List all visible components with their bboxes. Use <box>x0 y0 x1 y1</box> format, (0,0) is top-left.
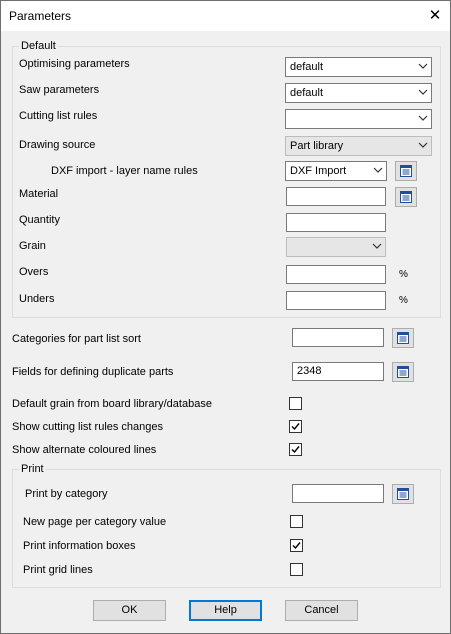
quantity-input[interactable] <box>286 213 386 232</box>
list-picker-icon <box>400 191 412 203</box>
list-picker-icon <box>397 488 409 500</box>
grain-label: Grain <box>19 240 46 252</box>
material-input[interactable] <box>286 187 386 206</box>
list-picker-icon <box>400 165 412 177</box>
title-bar: Parameters ✕ <box>1 1 450 31</box>
dxf-layer-rules-value: DXF Import <box>290 165 347 177</box>
list-picker-icon <box>397 332 409 344</box>
drawing-source-label: Drawing source <box>19 139 96 151</box>
optimising-parameters-value: default <box>290 61 324 73</box>
duplicate-fields-picker-button[interactable] <box>392 362 414 382</box>
alternate-lines-checkbox[interactable] <box>289 443 302 456</box>
unders-percent-unit: % <box>399 295 408 306</box>
ok-button[interactable]: OK <box>93 600 166 621</box>
chevron-down-icon <box>418 89 428 95</box>
info-boxes-checkbox[interactable] <box>290 539 303 552</box>
chevron-down-icon <box>418 115 428 121</box>
material-label: Material <box>19 188 59 200</box>
checkmark-icon <box>291 423 300 431</box>
list-picker-icon <box>397 366 409 378</box>
saw-parameters-value: default <box>290 87 324 99</box>
help-button[interactable]: Help <box>189 600 262 621</box>
overs-input[interactable] <box>286 265 386 284</box>
new-page-checkbox[interactable] <box>290 515 303 528</box>
material-picker-button[interactable] <box>395 187 417 207</box>
grid-lines-checkbox[interactable] <box>290 563 303 576</box>
print-by-category-input[interactable] <box>292 484 384 503</box>
overs-percent-unit: % <box>399 269 408 280</box>
cutting-list-rules-dropdown[interactable] <box>285 109 432 129</box>
print-group-title: Print <box>19 463 46 475</box>
cutting-list-rules-label: Cutting list rules <box>19 110 98 122</box>
categories-sort-label: Categories for part list sort <box>12 333 141 345</box>
chevron-down-icon <box>373 167 383 173</box>
categories-sort-picker-button[interactable] <box>392 328 414 348</box>
unders-label: Unders <box>19 293 55 305</box>
alternate-lines-label: Show alternate coloured lines <box>12 444 157 456</box>
saw-parameters-dropdown[interactable]: default <box>285 83 432 103</box>
saw-parameters-label: Saw parameters <box>19 84 100 96</box>
show-rules-changes-label: Show cutting list rules changes <box>12 421 164 433</box>
print-by-category-label: Print by category <box>25 488 108 500</box>
categories-sort-input[interactable] <box>292 328 384 347</box>
overs-label: Overs <box>19 266 49 278</box>
cancel-button[interactable]: Cancel <box>285 600 358 621</box>
drawing-source-dropdown[interactable]: Part library <box>285 136 432 156</box>
parameters-dialog: Parameters ✕ Default Optimising paramete… <box>0 0 451 634</box>
unders-input[interactable] <box>286 291 386 310</box>
new-page-label: New page per category value <box>23 516 167 528</box>
default-group-title: Default <box>19 40 58 52</box>
quantity-label: Quantity <box>19 214 60 226</box>
grain-dropdown[interactable] <box>286 237 386 257</box>
optimising-parameters-label: Optimising parameters <box>19 58 130 70</box>
drawing-source-value: Part library <box>290 140 344 152</box>
chevron-down-icon <box>418 142 428 148</box>
info-boxes-label: Print information boxes <box>23 540 136 552</box>
dxf-rules-picker-button[interactable] <box>395 161 417 181</box>
optimising-parameters-dropdown[interactable]: default <box>285 57 432 77</box>
duplicate-fields-input[interactable]: 2348 <box>292 362 384 381</box>
chevron-down-icon <box>418 63 428 69</box>
dxf-layer-rules-label: DXF import - layer name rules <box>51 165 198 177</box>
print-by-category-picker-button[interactable] <box>392 484 414 504</box>
show-rules-changes-checkbox[interactable] <box>289 420 302 433</box>
close-icon[interactable]: ✕ <box>421 3 449 29</box>
chevron-down-icon <box>372 243 382 249</box>
checkmark-icon <box>292 542 301 550</box>
checkmark-icon <box>291 446 300 454</box>
dxf-layer-rules-dropdown[interactable]: DXF Import <box>285 161 387 181</box>
window-title: Parameters <box>9 9 72 23</box>
default-grain-label: Default grain from board library/databas… <box>12 398 212 410</box>
grid-lines-label: Print grid lines <box>23 564 93 576</box>
default-grain-checkbox[interactable] <box>289 397 302 410</box>
duplicate-fields-label: Fields for defining duplicate parts <box>12 366 174 378</box>
